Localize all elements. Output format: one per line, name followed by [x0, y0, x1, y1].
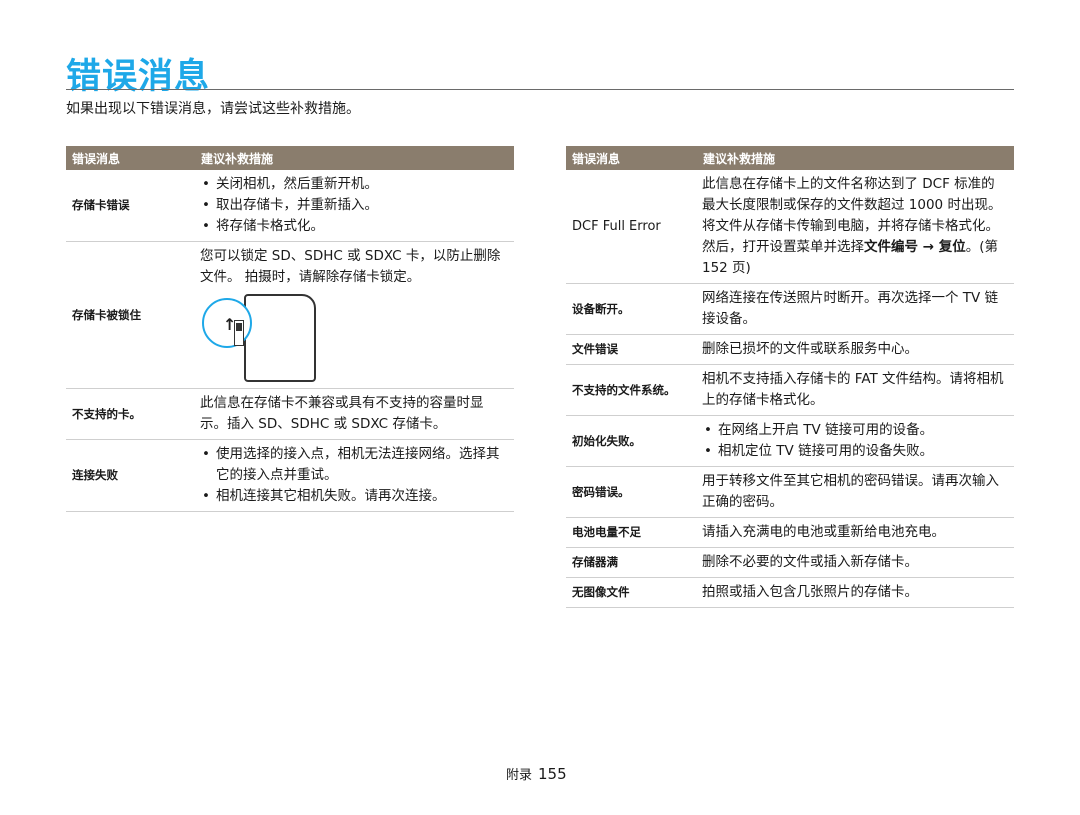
table-row: 无图像文件 拍照或插入包含几张照片的存储卡。	[566, 577, 1014, 608]
page-number: 155	[538, 765, 567, 783]
table-row: 密码错误。 用于转移文件至其它相机的密码错误。请再次输入正确的密码。	[566, 466, 1014, 518]
table-row: 存储卡被锁住 您可以锁定 SD、SDHC 或 SDXC 卡，以防止删除文件。 拍…	[66, 241, 514, 389]
error-name: 不支持的卡。	[66, 388, 195, 440]
bullet-item: 将存储卡格式化。	[200, 216, 508, 237]
error-solution: 请插入充满电的电池或重新给电池充电。	[697, 517, 1014, 548]
bullet-item: 在网络上开启 TV 链接可用的设备。	[702, 420, 1008, 441]
error-solution: 使用选择的接入点，相机无法连接网络。选择其它的接入点并重试。 相机连接其它相机失…	[195, 439, 514, 512]
bullet-item: 相机定位 TV 链接可用的设备失败。	[702, 441, 1008, 462]
table-row: 不支持的卡。 此信息在存储卡不兼容或具有不支持的容量时显示。插入 SD、SDHC…	[66, 388, 514, 440]
right-error-table: 错误消息 建议补救措施 DCF Full Error 此信息在存储卡上的文件名称…	[566, 146, 1014, 608]
table-row: DCF Full Error 此信息在存储卡上的文件名称达到了 DCF 标准的最…	[566, 170, 1014, 284]
sd-card-shape	[244, 294, 316, 382]
table-row: 初始化失败。 在网络上开启 TV 链接可用的设备。 相机定位 TV 链接可用的设…	[566, 415, 1014, 467]
error-solution: 此信息在存储卡上的文件名称达到了 DCF 标准的最大长度限制或保存的文件数超过 …	[697, 170, 1014, 284]
table-row: 存储卡错误 关闭相机，然后重新开机。 取出存储卡，并重新插入。 将存储卡格式化。	[66, 170, 514, 242]
column-header-error: 错误消息	[66, 146, 195, 170]
title-divider	[66, 89, 1014, 90]
table-row: 设备断开。 网络连接在传送照片时断开。再次选择一个 TV 链接设备。	[566, 283, 1014, 335]
error-solution: 拍照或插入包含几张照片的存储卡。	[697, 577, 1014, 608]
lock-switch-icon	[234, 320, 244, 346]
error-name: 文件错误	[566, 334, 697, 365]
error-name: 存储卡错误	[66, 170, 195, 242]
footer-section-label: 附录	[506, 768, 533, 783]
table-row: 电池电量不足 请插入充满电的电池或重新给电池充电。	[566, 517, 1014, 548]
bullet-item: 使用选择的接入点，相机无法连接网络。选择其它的接入点并重试。	[200, 444, 508, 486]
sd-card-lock-icon: ↑	[200, 294, 320, 382]
error-name: 存储器满	[566, 547, 697, 578]
table-row: 存储器满 删除不必要的文件或插入新存储卡。	[566, 547, 1014, 578]
error-name: 连接失败	[66, 439, 195, 512]
error-solution: 您可以锁定 SD、SDHC 或 SDXC 卡，以防止删除文件。 拍摄时，请解除存…	[195, 241, 514, 389]
table-row: 文件错误 删除已损坏的文件或联系服务中心。	[566, 334, 1014, 365]
error-name: 存储卡被锁住	[66, 241, 195, 389]
error-solution: 删除不必要的文件或插入新存储卡。	[697, 547, 1014, 578]
table-row: 连接失败 使用选择的接入点，相机无法连接网络。选择其它的接入点并重试。 相机连接…	[66, 439, 514, 512]
error-solution: 在网络上开启 TV 链接可用的设备。 相机定位 TV 链接可用的设备失败。	[697, 415, 1014, 467]
error-solution: 用于转移文件至其它相机的密码错误。请再次输入正确的密码。	[697, 466, 1014, 518]
bullet-item: 取出存储卡，并重新插入。	[200, 195, 508, 216]
intro-text: 如果出现以下错误消息，请尝试这些补救措施。	[66, 101, 360, 117]
page-footer: 附录 155	[506, 764, 567, 783]
column-header-error: 错误消息	[566, 146, 697, 170]
error-name: 设备断开。	[566, 283, 697, 335]
error-name: 电池电量不足	[566, 517, 697, 548]
bullet-item: 相机连接其它相机失败。请再次连接。	[200, 486, 508, 507]
error-name: 无图像文件	[566, 577, 697, 608]
table-row: 不支持的文件系统。 相机不支持插入存储卡的 FAT 文件结构。请将相机上的存储卡…	[566, 364, 1014, 416]
lock-switch-callout: ↑	[202, 298, 252, 348]
error-name: DCF Full Error	[566, 170, 697, 284]
menu-path: 文件编号 → 复位	[864, 239, 966, 255]
column-header-solution: 建议补救措施	[697, 146, 1014, 170]
error-solution: 网络连接在传送照片时断开。再次选择一个 TV 链接设备。	[697, 283, 1014, 335]
error-solution: 关闭相机，然后重新开机。 取出存储卡，并重新插入。 将存储卡格式化。	[195, 170, 514, 242]
error-solution: 此信息在存储卡不兼容或具有不支持的容量时显示。插入 SD、SDHC 或 SDXC…	[195, 388, 514, 440]
error-name: 初始化失败。	[566, 415, 697, 467]
error-name: 密码错误。	[566, 466, 697, 518]
page-title: 错误消息	[66, 57, 211, 97]
error-name: 不支持的文件系统。	[566, 364, 697, 416]
error-solution: 删除已损坏的文件或联系服务中心。	[697, 334, 1014, 365]
bullet-item: 关闭相机，然后重新开机。	[200, 174, 508, 195]
column-header-solution: 建议补救措施	[195, 146, 514, 170]
left-error-table: 错误消息 建议补救措施 存储卡错误 关闭相机，然后重新开机。 取出存储卡，并重新…	[66, 146, 514, 512]
error-solution: 相机不支持插入存储卡的 FAT 文件结构。请将相机上的存储卡格式化。	[697, 364, 1014, 416]
solution-text: 您可以锁定 SD、SDHC 或 SDXC 卡，以防止删除文件。 拍摄时，请解除存…	[200, 248, 501, 285]
